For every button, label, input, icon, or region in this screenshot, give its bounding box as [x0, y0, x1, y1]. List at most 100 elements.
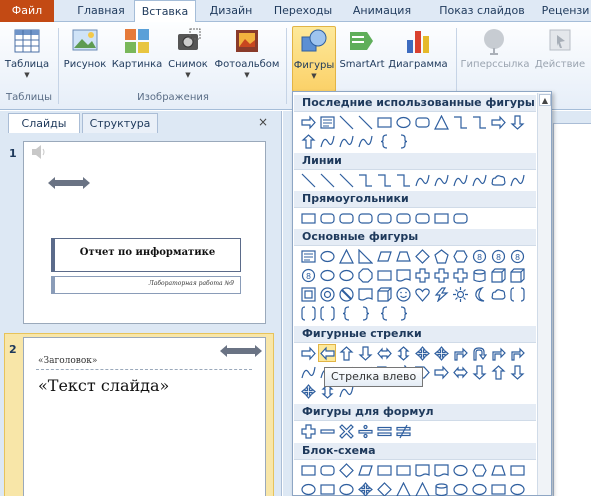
gallery-scrollbar[interactable]: ▲: [537, 93, 551, 495]
scroll-up-icon[interactable]: ▲: [539, 94, 551, 106]
cross4-shape-icon[interactable]: [432, 344, 450, 362]
elbow-shape-icon[interactable]: [356, 171, 374, 189]
diamond-shape-icon[interactable]: [337, 461, 355, 479]
line-shape-icon[interactable]: [337, 113, 355, 131]
rect-shape-icon[interactable]: [375, 266, 393, 284]
cyl-shape-icon[interactable]: [432, 480, 450, 496]
oval-shape-icon[interactable]: [318, 266, 336, 284]
braceR-shape-icon[interactable]: [394, 304, 412, 322]
doc-shape-icon[interactable]: [356, 285, 374, 303]
cloud-shape-icon[interactable]: [489, 285, 507, 303]
oval-shape-icon[interactable]: [451, 480, 469, 496]
rrect-shape-icon[interactable]: [337, 209, 355, 227]
close-icon[interactable]: ×: [258, 115, 268, 129]
circleNum-shape-icon[interactable]: 8: [470, 247, 488, 265]
arrowR-shape-icon[interactable]: [432, 363, 450, 381]
bracketPair-shape-icon[interactable]: [299, 304, 317, 322]
hex-shape-icon[interactable]: [451, 247, 469, 265]
rect-shape-icon[interactable]: [318, 480, 336, 496]
curve-shape-icon[interactable]: [299, 363, 317, 381]
elbow-shape-icon[interactable]: [375, 171, 393, 189]
arrowL-shape-icon[interactable]: [318, 344, 336, 362]
curve-shape-icon[interactable]: [470, 171, 488, 189]
shapes-button[interactable]: Фигуры ▼: [292, 26, 336, 92]
trap-shape-icon[interactable]: [394, 247, 412, 265]
cross4-shape-icon[interactable]: [299, 382, 317, 400]
hex-shape-icon[interactable]: [470, 461, 488, 479]
tri-shape-icon[interactable]: [413, 480, 431, 496]
trap-shape-icon[interactable]: [489, 461, 507, 479]
circleNum-shape-icon[interactable]: 8: [299, 266, 317, 284]
bent-shape-icon[interactable]: [508, 344, 526, 362]
curve-shape-icon[interactable]: [337, 132, 355, 150]
brace-shape-icon[interactable]: [375, 304, 393, 322]
rect-shape-icon[interactable]: [394, 461, 412, 479]
plus-shape-icon[interactable]: [413, 266, 431, 284]
pent-shape-icon[interactable]: [432, 247, 450, 265]
rect-shape-icon[interactable]: [299, 209, 317, 227]
tab-animation[interactable]: Анимация: [342, 0, 422, 22]
diamond-shape-icon[interactable]: [375, 480, 393, 496]
cloud-shape-icon[interactable]: [489, 171, 507, 189]
oval-shape-icon[interactable]: [318, 247, 336, 265]
arrowR-shape-icon[interactable]: [489, 113, 507, 131]
moon-shape-icon[interactable]: [470, 285, 488, 303]
rect-shape-icon[interactable]: [432, 209, 450, 227]
tab-insert[interactable]: Вставка: [134, 0, 196, 23]
line-shape-icon[interactable]: [337, 171, 355, 189]
diamond-shape-icon[interactable]: [413, 247, 431, 265]
arrowD-shape-icon[interactable]: [356, 344, 374, 362]
arrowLR-shape-icon[interactable]: [375, 344, 393, 362]
arrowLR-shape-icon[interactable]: [451, 363, 469, 381]
cube-shape-icon[interactable]: [489, 266, 507, 284]
action-button[interactable]: Действие: [532, 26, 588, 71]
line-shape-icon[interactable]: [356, 113, 374, 131]
rrect-shape-icon[interactable]: [318, 209, 336, 227]
slide-thumbnail-1[interactable]: Отчет по информатике Лабораторная работа…: [23, 141, 266, 324]
rect-shape-icon[interactable]: [489, 480, 507, 496]
plus-shape-icon[interactable]: [451, 266, 469, 284]
bracketPair-shape-icon[interactable]: [508, 285, 526, 303]
cross4-shape-icon[interactable]: [356, 480, 374, 496]
neq-shape-icon[interactable]: [394, 422, 412, 440]
picture-button[interactable]: Рисунок: [62, 26, 108, 71]
braceR-shape-icon[interactable]: [394, 132, 412, 150]
hyperlink-button[interactable]: Гиперссылка: [458, 26, 532, 71]
rrect-shape-icon[interactable]: [451, 209, 469, 227]
smartart-button[interactable]: SmartArt: [337, 26, 387, 71]
arrowR-shape-icon[interactable]: [299, 113, 317, 131]
curve-shape-icon[interactable]: [508, 171, 526, 189]
textbox-shape-icon[interactable]: [299, 247, 317, 265]
rect-shape-icon[interactable]: [299, 461, 317, 479]
para-shape-icon[interactable]: [356, 461, 374, 479]
tab-slides[interactable]: Слайды: [8, 113, 80, 133]
oct-shape-icon[interactable]: [356, 266, 374, 284]
album-button[interactable]: Фотоальбом ▼: [212, 26, 282, 79]
tab-home[interactable]: Главная: [70, 0, 132, 22]
line-shape-icon[interactable]: [299, 171, 317, 189]
oval-shape-icon[interactable]: [337, 480, 355, 496]
curve-shape-icon[interactable]: [413, 171, 431, 189]
elbow-shape-icon[interactable]: [394, 171, 412, 189]
heart-shape-icon[interactable]: [413, 285, 431, 303]
rrect-shape-icon[interactable]: [356, 209, 374, 227]
table-button[interactable]: Таблица ▼: [2, 26, 52, 79]
arrowUD-shape-icon[interactable]: [394, 344, 412, 362]
frame-shape-icon[interactable]: [299, 285, 317, 303]
brace-shape-icon[interactable]: [337, 304, 355, 322]
tab-file[interactable]: Файл: [0, 0, 54, 22]
doc-shape-icon[interactable]: [394, 266, 412, 284]
arrowU-shape-icon[interactable]: [489, 363, 507, 381]
rtri-shape-icon[interactable]: [356, 247, 374, 265]
oval-shape-icon[interactable]: [451, 461, 469, 479]
sun-shape-icon[interactable]: [451, 285, 469, 303]
oval-shape-icon[interactable]: [394, 113, 412, 131]
circleNum-shape-icon[interactable]: 8: [508, 247, 526, 265]
cube-shape-icon[interactable]: [508, 266, 526, 284]
uturn-shape-icon[interactable]: [470, 344, 488, 362]
oval-shape-icon[interactable]: [470, 480, 488, 496]
tab-slideshow[interactable]: Показ слайдов: [432, 0, 532, 22]
oval-shape-icon[interactable]: [508, 480, 526, 496]
minus-shape-icon[interactable]: [318, 422, 336, 440]
doc-shape-icon[interactable]: [432, 461, 450, 479]
